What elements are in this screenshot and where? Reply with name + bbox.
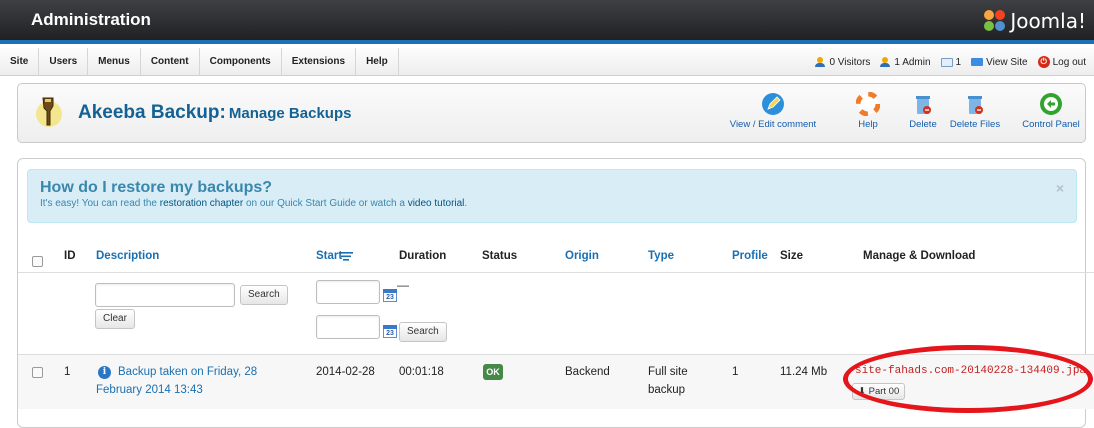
close-alert-icon[interactable]: × (1056, 180, 1064, 196)
admin-title: Administration (31, 10, 151, 29)
help-button[interactable]: Help (848, 91, 888, 130)
description-clear-button[interactable]: Clear (95, 309, 135, 329)
view-site-link[interactable]: View Site (971, 57, 1028, 68)
backup-description-link[interactable]: Backup taken on Friday, 28 February 2014… (96, 364, 296, 398)
admins-label: 1 Admin (894, 56, 931, 68)
logout-link[interactable]: ⏻ Log out (1037, 56, 1086, 68)
description-line-2: February 2014 13:43 (96, 384, 203, 396)
menu-components[interactable]: Components (200, 48, 282, 76)
col-size: Size (780, 250, 804, 262)
messages-status[interactable]: 1 (940, 56, 962, 68)
menu-content[interactable]: Content (141, 48, 200, 76)
col-origin[interactable]: Origin (565, 250, 599, 262)
joomla-brand-text: Joomla! (1010, 9, 1086, 33)
view-site-label: View Site (986, 56, 1028, 68)
alert-text-before: It's easy! You can read the (40, 198, 160, 209)
admins-status[interactable]: 1 Admin (880, 56, 931, 68)
admin-user-icon (880, 57, 891, 67)
col-type[interactable]: Type (648, 250, 674, 262)
power-icon: ⏻ (1037, 56, 1050, 68)
type-line-2: backup (648, 384, 686, 396)
edit-comment-button[interactable]: View / Edit comment (728, 92, 818, 130)
back-arrow-icon (1039, 92, 1063, 116)
row-id: 1 (64, 366, 71, 378)
alert-heading: How do I restore my backups? (40, 179, 273, 196)
edit-comment-label: View / Edit comment (729, 119, 817, 130)
row-start: 2014-02-28 (316, 366, 375, 378)
alert-text: It's easy! You can read the restoration … (40, 198, 467, 209)
visitors-icon (815, 57, 826, 67)
description-search-input[interactable] (95, 283, 235, 307)
page-title-main: Akeeba Backup: (78, 102, 226, 123)
menu-help[interactable]: Help (356, 48, 399, 76)
select-all-checkbox[interactable] (32, 256, 43, 267)
row-size: 11.24 Mb (780, 366, 828, 378)
video-tutorial-link[interactable]: video tutorial (408, 198, 465, 209)
menu-site[interactable]: Site (0, 48, 40, 76)
main-menu-bar: Site Users Menus Content Components Exte… (0, 48, 1094, 76)
delete-files-button[interactable]: Delete Files (945, 92, 1005, 130)
trash-files-icon (963, 92, 987, 116)
description-line-1: Backup taken on Friday, 28 (118, 366, 258, 378)
row-duration: 00:01:18 (399, 366, 444, 378)
delete-button[interactable]: Delete (903, 92, 943, 130)
delete-label: Delete (909, 119, 937, 130)
menu-extensions[interactable]: Extensions (282, 48, 357, 76)
trash-icon (911, 92, 935, 116)
calendar-from-day: 23 (386, 294, 394, 301)
status-area: 0 Visitors 1 Admin 1 View Site ⏻ Log out (815, 48, 1086, 76)
alert-text-mid: on our Quick Start Guide or watch a (243, 198, 408, 209)
admin-header: Administration Joomla! (0, 0, 1094, 44)
date-search-button[interactable]: Search (399, 322, 447, 342)
description-search-button[interactable]: Search (240, 285, 288, 305)
col-description[interactable]: Description (96, 250, 159, 262)
mail-icon (940, 57, 953, 67)
page-title: Akeeba Backup: Manage Backups (78, 102, 351, 124)
sort-icon (339, 252, 353, 261)
delete-files-label: Delete Files (949, 119, 1001, 130)
lifebuoy-icon (855, 91, 881, 117)
col-manage-download: Manage & Download (863, 250, 976, 262)
control-panel-button[interactable]: Control Panel (1018, 92, 1084, 130)
visitors-status[interactable]: 0 Visitors (815, 57, 870, 68)
messages-count: 1 (955, 56, 962, 68)
restore-help-alert: How do I restore my backups? It's easy! … (27, 169, 1077, 223)
col-start[interactable]: Start (316, 250, 353, 262)
menu-users[interactable]: Users (39, 48, 89, 76)
component-toolbar: Akeeba Backup: Manage Backups View / Edi… (17, 83, 1086, 143)
row-checkbox[interactable] (32, 367, 43, 378)
date-range-separator: — (397, 278, 409, 292)
menu-menus[interactable]: Menus (88, 48, 141, 76)
col-profile[interactable]: Profile (732, 250, 768, 262)
calendar-from-icon[interactable]: 23 (383, 289, 397, 302)
row-type: Full site backup (648, 364, 688, 398)
alert-text-after: . (464, 198, 468, 209)
calendar-to-day: 23 (386, 330, 394, 337)
joomla-brand[interactable]: Joomla! (984, 9, 1086, 33)
date-to-input[interactable] (316, 315, 380, 339)
pencil-icon (761, 92, 785, 116)
col-duration: Duration (399, 250, 447, 262)
header-divider (18, 272, 1094, 273)
control-panel-label: Control Panel (1022, 119, 1080, 130)
visitors-label: 0 Visitors (829, 56, 871, 68)
status-badge: OK (483, 364, 503, 380)
akeeba-logo-icon (36, 97, 62, 127)
col-id: ID (64, 250, 76, 262)
view-site-icon (971, 58, 984, 66)
type-line-1: Full site (648, 366, 688, 378)
date-from-input[interactable] (316, 280, 380, 304)
page-title-sub: Manage Backups (228, 105, 352, 122)
joomla-logo-icon (984, 10, 1006, 32)
col-status: Status (482, 250, 518, 262)
row-profile: 1 (732, 366, 739, 378)
restoration-chapter-link[interactable]: restoration chapter (160, 198, 243, 209)
row-origin: Backend (565, 366, 610, 378)
calendar-to-icon[interactable]: 23 (383, 325, 397, 338)
highlight-annotation-oval (843, 345, 1093, 413)
logout-label: Log out (1052, 56, 1086, 68)
help-label: Help (858, 119, 878, 130)
